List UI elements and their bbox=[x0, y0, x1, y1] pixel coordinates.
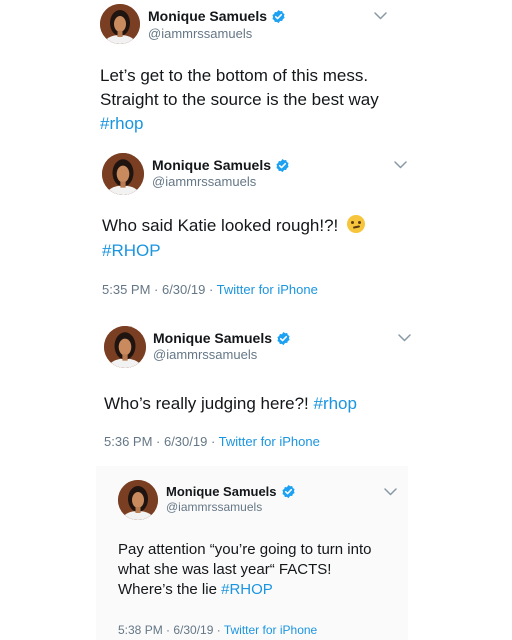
thinking-face-emoji-icon bbox=[346, 215, 365, 233]
author-name[interactable]: Monique Samuels bbox=[166, 484, 277, 499]
tweet-timestamp: 5:35 PM · 6/30/19 · Twitter for iPhone bbox=[102, 282, 318, 297]
tweet-text-line: #rhop bbox=[100, 112, 379, 136]
tweet-timestamp: 5:38 PM · 6/30/19 · Twitter for iPhone bbox=[118, 623, 317, 637]
tweet-text-line: Who said Katie looked rough!?! bbox=[102, 213, 365, 238]
chevron-down-icon[interactable] bbox=[398, 334, 411, 342]
tweet-timestamp: 5:36 PM · 6/30/19 · Twitter for iPhone bbox=[104, 434, 320, 449]
verified-badge-icon bbox=[276, 331, 291, 346]
source-link[interactable]: Twitter for iPhone bbox=[224, 623, 317, 637]
chevron-down-icon[interactable] bbox=[394, 161, 407, 169]
tweet-text: Who’s really judging here?! #rhop bbox=[104, 392, 357, 416]
tweet-text-line: Let’s get to the bottom of this mess. bbox=[100, 64, 379, 88]
author-row: Monique Samuels bbox=[153, 330, 291, 346]
text-segment: Straight to the source is the best way bbox=[100, 90, 379, 109]
avatar[interactable] bbox=[118, 480, 158, 520]
chevron-down-icon[interactable] bbox=[374, 12, 387, 20]
tweet-text: Pay attention “you’re going to turn into… bbox=[118, 540, 372, 600]
tweet-text-line: Pay attention “you’re going to turn into bbox=[118, 540, 372, 560]
tweet-text-line: Who’s really judging here?! #rhop bbox=[104, 392, 357, 416]
verified-badge-icon bbox=[275, 158, 290, 173]
avatar[interactable] bbox=[100, 4, 140, 44]
source-link[interactable]: Twitter for iPhone bbox=[219, 434, 320, 449]
author-row: Monique Samuels bbox=[152, 157, 290, 173]
tweet-text-line: Straight to the source is the best way bbox=[100, 88, 379, 112]
author-row: Monique Samuels bbox=[166, 484, 296, 499]
author-row: Monique Samuels bbox=[148, 8, 286, 24]
timestamp-text[interactable]: 5:36 PM · 6/30/19 · bbox=[104, 434, 219, 449]
text-segment: Where’s the lie bbox=[118, 581, 222, 598]
author-handle[interactable]: @iammrssamuels bbox=[166, 500, 262, 514]
hashtag-link[interactable]: #rhop bbox=[313, 394, 356, 413]
text-segment: Who’s really judging here?! bbox=[104, 394, 314, 413]
tweet-text: Let’s get to the bottom of this mess. St… bbox=[100, 64, 379, 136]
tweet-text-line: Where’s the lie #RHOP bbox=[118, 580, 372, 600]
text-segment: Let’s get to the bottom of this mess. bbox=[100, 66, 369, 85]
tweet-1: Monique Samuels @iammrssamuels Let’s get… bbox=[0, 0, 512, 145]
tweet-4: Monique Samuels @iammrssamuels Pay atten… bbox=[0, 466, 512, 640]
avatar[interactable] bbox=[102, 153, 144, 195]
author-name[interactable]: Monique Samuels bbox=[152, 157, 271, 173]
hashtag-link[interactable]: #RHOP bbox=[102, 241, 161, 260]
text-segment: what she was last year“ FACTS! bbox=[118, 561, 332, 578]
source-link[interactable]: Twitter for iPhone bbox=[217, 282, 318, 297]
author-name[interactable]: Monique Samuels bbox=[148, 8, 267, 24]
timestamp-text[interactable]: 5:35 PM · 6/30/19 · bbox=[102, 282, 217, 297]
text-segment: Pay attention “you’re going to turn into bbox=[118, 541, 372, 558]
verified-badge-icon bbox=[271, 9, 286, 24]
author-name[interactable]: Monique Samuels bbox=[153, 330, 272, 346]
tweet-text-line: #RHOP bbox=[102, 238, 365, 263]
text-segment: Who said Katie looked rough!?! bbox=[102, 216, 343, 235]
author-handle[interactable]: @iammrssamuels bbox=[148, 26, 252, 41]
hashtag-link[interactable]: #rhop bbox=[100, 114, 143, 133]
tweet-3: Monique Samuels @iammrssamuels Who’s rea… bbox=[0, 318, 512, 458]
hashtag-link[interactable]: #RHOP bbox=[221, 581, 273, 598]
author-handle[interactable]: @iammrssamuels bbox=[152, 174, 256, 189]
author-handle[interactable]: @iammrssamuels bbox=[153, 347, 257, 362]
verified-badge-icon bbox=[281, 484, 296, 499]
avatar[interactable] bbox=[104, 326, 146, 368]
chevron-down-icon[interactable] bbox=[384, 488, 397, 496]
timestamp-text[interactable]: 5:38 PM · 6/30/19 · bbox=[118, 623, 224, 637]
tweet-2: Monique Samuels @iammrssamuels Who said … bbox=[0, 145, 512, 305]
tweet-text-line: what she was last year“ FACTS! bbox=[118, 560, 372, 580]
tweet-text: Who said Katie looked rough!?! #RHOP bbox=[102, 213, 365, 263]
